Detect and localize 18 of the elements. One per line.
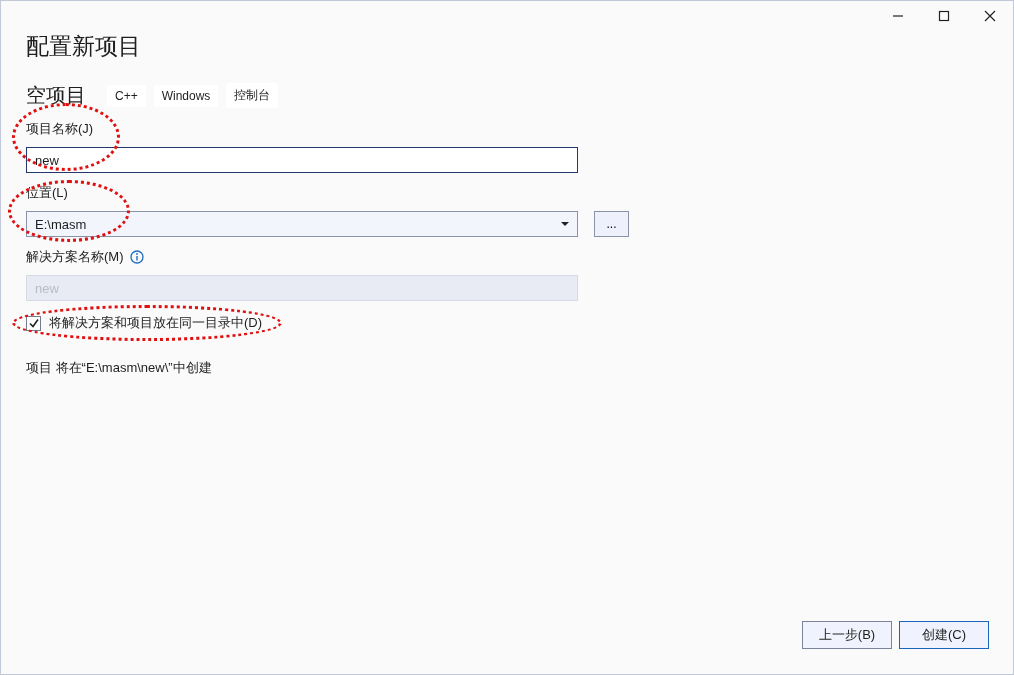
template-tag: Windows — [153, 84, 219, 107]
checkbox-label[interactable]: 将解决方案和项目放在同一目录中(D) — [49, 314, 263, 332]
dialog-title: 配置新项目 — [26, 32, 142, 61]
checkbox[interactable] — [26, 315, 41, 331]
field-label: 项目名称(J) — [26, 120, 94, 138]
close-icon — [984, 10, 996, 22]
template-name: 空项目 — [26, 83, 86, 108]
location-dropdown[interactable]: E:\masm — [26, 211, 578, 237]
template-tag: C++ — [107, 84, 146, 107]
location-summary: 项目 将在“E:\masm\new\”中创建 — [26, 359, 213, 377]
back-button[interactable]: 上一步(B) — [802, 621, 892, 649]
text-input-field[interactable]: new — [26, 147, 578, 173]
maximize-icon — [938, 10, 950, 22]
create-button[interactable]: 创建(C) — [899, 621, 989, 649]
dropdown-arrow-icon — [561, 221, 569, 227]
template-tag: 控制台 — [226, 83, 279, 108]
browse-button[interactable]: ... — [594, 211, 629, 237]
field-label: 解决方案名称(M) — [26, 248, 124, 266]
